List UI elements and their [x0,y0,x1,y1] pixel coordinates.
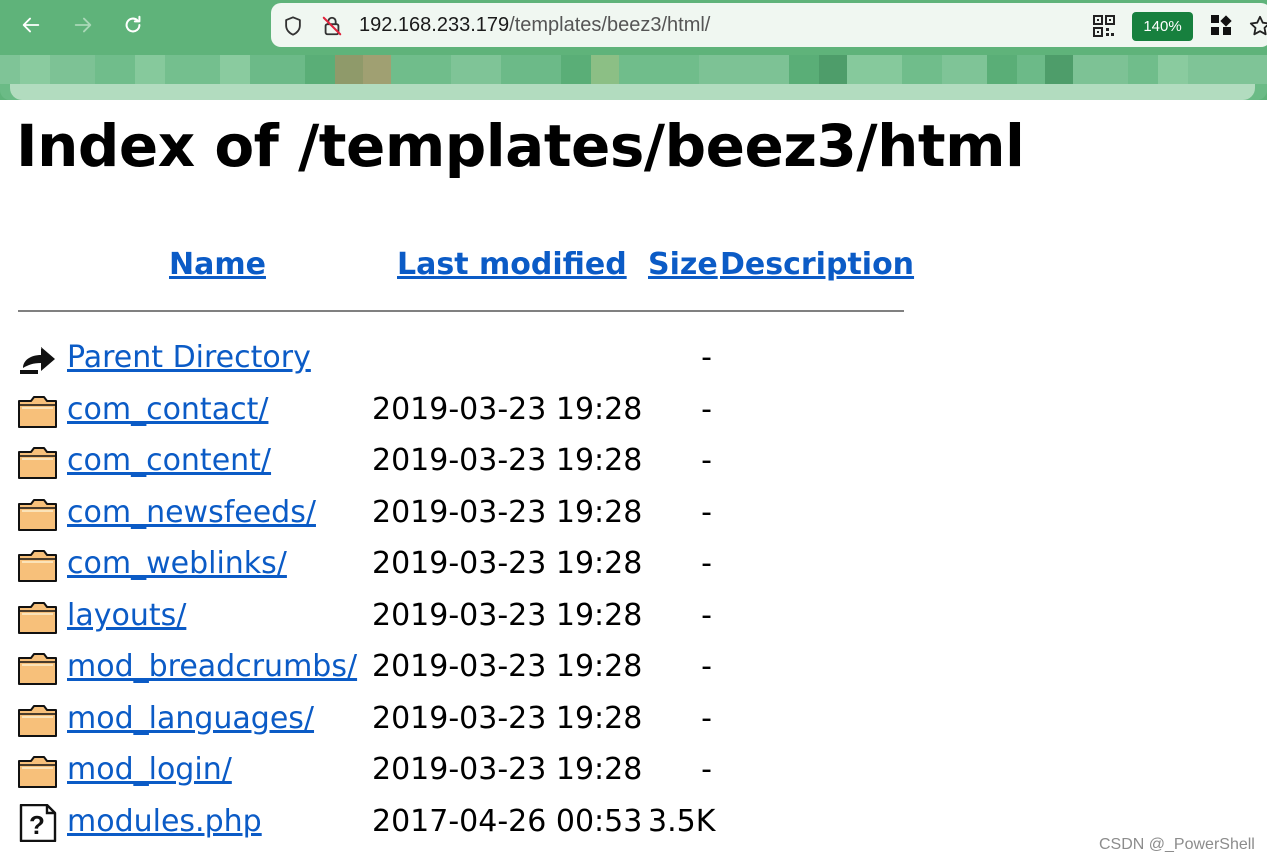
bookmark-star-icon[interactable] [1248,14,1267,38]
last-modified-cell: 2019-03-23 19:28 [372,701,643,736]
extensions-icon[interactable] [1210,14,1232,36]
table-row: Parent Directory - [0,340,900,390]
table-row: com_contact/2019-03-23 19:28 - [0,392,900,442]
last-modified-cell: 2019-03-23 19:28 [372,443,643,478]
file-link[interactable]: com_newsfeeds/ [67,495,316,530]
zoom-level-badge[interactable]: 140% [1132,12,1193,41]
file-link[interactable]: com_content/ [67,443,271,478]
column-header-name[interactable]: Name [169,247,266,282]
folder-icon [17,443,59,481]
url-text[interactable]: 192.168.233.179/templates/beez3/html/ [359,14,710,37]
size-cell: 3.5K [648,804,716,839]
table-row: com_content/2019-03-23 19:28 - [0,443,900,493]
arrow-right-icon [74,17,92,33]
address-bar[interactable]: 192.168.233.179/templates/beez3/html/ 14… [271,3,1267,47]
size-cell: - [701,752,712,787]
folder-icon [17,701,59,739]
table-row: com_newsfeeds/2019-03-23 19:28 - [0,495,900,545]
url-host: 192.168.233.179 [359,14,510,36]
forward-button[interactable] [68,10,98,40]
table-row: com_weblinks/2019-03-23 19:28 - [0,546,900,596]
folder-icon [17,598,59,636]
folder-icon [17,495,59,533]
file-link[interactable]: mod_languages/ [67,701,314,736]
size-cell: - [701,495,712,530]
reload-icon [125,15,141,33]
size-cell: - [701,392,712,427]
file-link[interactable]: mod_login/ [67,752,232,787]
arrow-left-icon [22,17,40,33]
table-row: layouts/2019-03-23 19:28 - [0,598,900,648]
size-cell: - [701,649,712,684]
last-modified-cell: 2017-04-26 00:53 [372,804,643,839]
file-link[interactable]: mod_breadcrumbs/ [67,649,357,684]
qr-code-icon[interactable] [1093,15,1115,37]
page-title: Index of /templates/beez3/html [16,112,1025,180]
watermark: CSDN @_PowerShell [1099,836,1255,853]
insecure-lock-icon[interactable] [321,15,343,37]
last-modified-cell: 2019-03-23 19:28 [372,392,643,427]
unknown-file-icon: ? [17,803,59,843]
column-header-last-modified[interactable]: Last modified [397,247,627,282]
file-link[interactable]: layouts/ [67,598,186,633]
last-modified-cell: 2019-03-23 19:28 [372,546,643,581]
folder-icon [17,546,59,584]
shield-icon[interactable] [282,15,304,37]
last-modified-cell: 2019-03-23 19:28 [372,649,643,684]
size-cell: - [701,546,712,581]
size-cell: - [701,443,712,478]
size-cell: - [701,701,712,736]
folder-icon [17,392,59,430]
size-cell: - [701,340,712,375]
svg-text:?: ? [29,810,45,840]
table-row: ? modules.php 2017-04-26 00:53 3.5K [0,803,900,854]
column-header-description[interactable]: Description [720,247,914,282]
last-modified-cell: 2019-03-23 19:28 [372,598,643,633]
file-link[interactable]: modules.php [67,804,262,839]
file-link[interactable]: Parent Directory [67,340,311,375]
size-cell: - [701,598,712,633]
url-path: /templates/beez3/html/ [509,14,711,36]
table-row: mod_breadcrumbs/2019-03-23 19:28 - [0,649,900,699]
browser-toolbar: 192.168.233.179/templates/beez3/html/ 14… [0,0,1267,100]
last-modified-cell: 2019-03-23 19:28 [372,495,643,530]
folder-icon [17,752,59,790]
folder-icon [17,649,59,687]
last-modified-cell: 2019-03-23 19:28 [372,752,643,787]
table-row: mod_languages/2019-03-23 19:28 - [0,701,900,751]
header-divider [18,310,904,312]
column-header-size[interactable]: Size [648,247,718,282]
file-link[interactable]: com_contact/ [67,392,268,427]
parent-directory-icon [17,340,59,378]
reload-button[interactable] [118,10,148,40]
table-row: mod_login/2019-03-23 19:28 - [0,752,900,802]
file-link[interactable]: com_weblinks/ [67,546,287,581]
bookmarks-bar-blurred [0,55,1267,100]
back-button[interactable] [16,10,46,40]
